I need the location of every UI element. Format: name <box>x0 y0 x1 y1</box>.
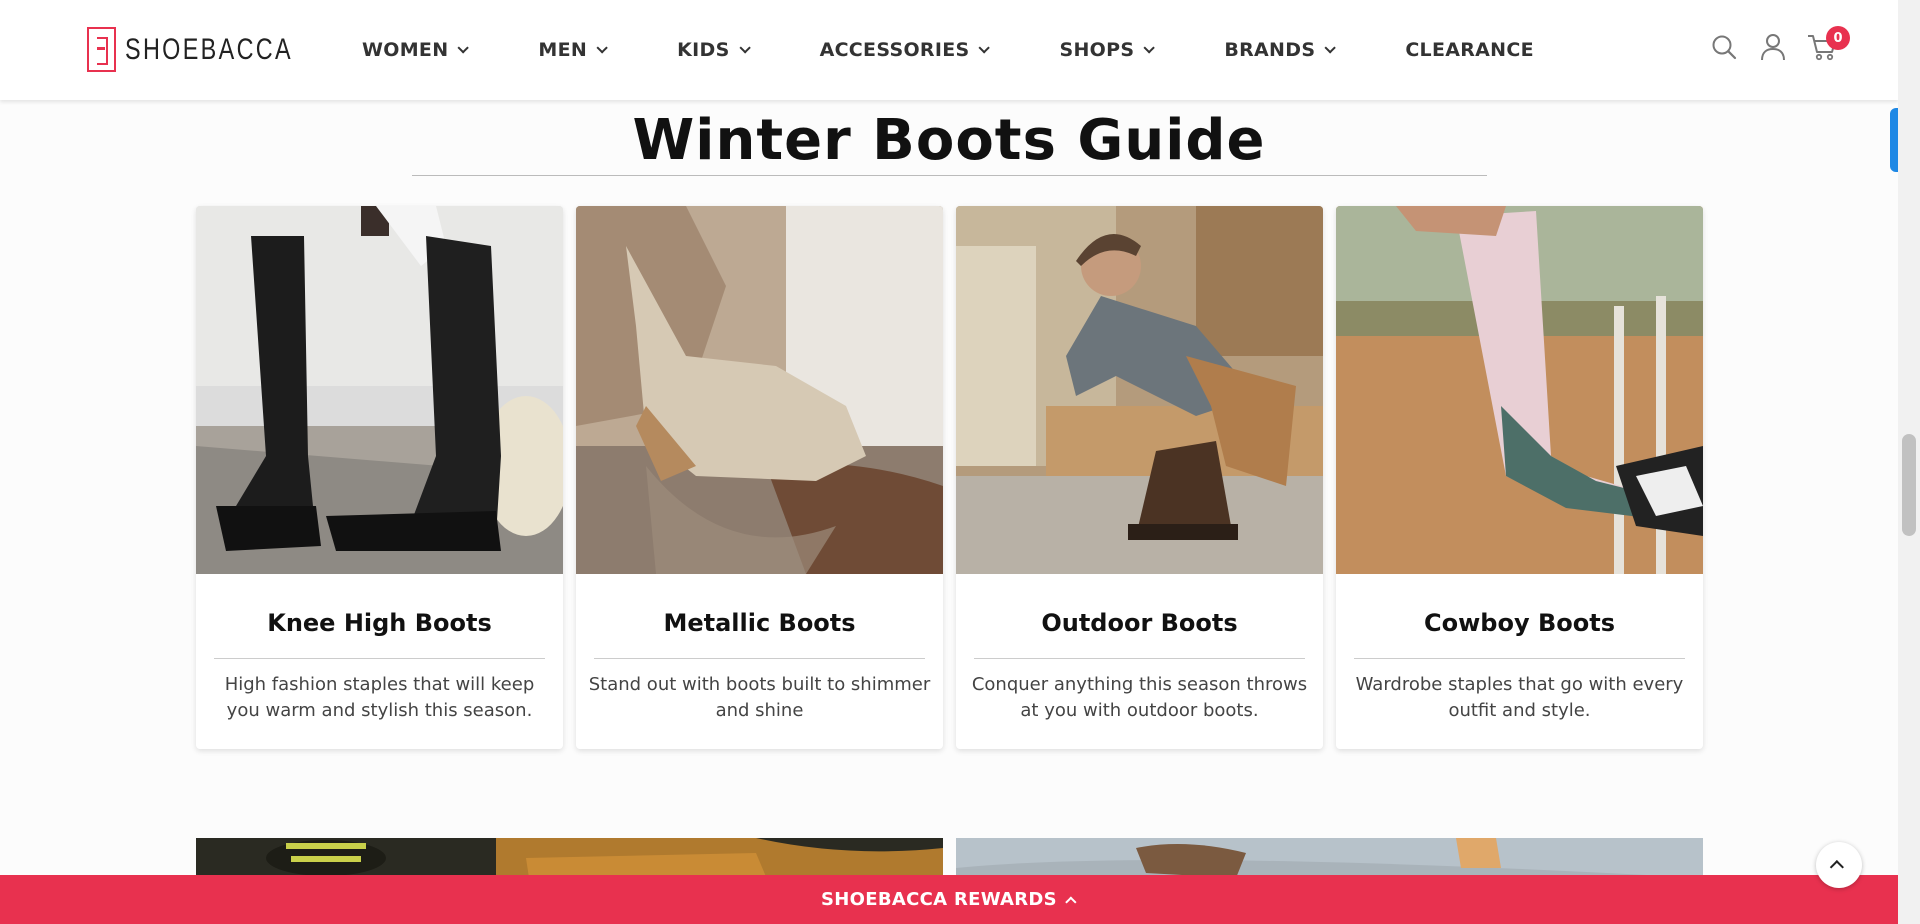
header-icons <box>1709 32 1837 62</box>
logo-mark-icon <box>87 27 116 72</box>
card-title: Cowboy Boots <box>1424 609 1615 637</box>
title-divider <box>412 175 1487 176</box>
chevron-down-icon <box>1324 42 1337 54</box>
card-divider <box>1354 658 1685 659</box>
nav-item-clearance[interactable]: CLEARANCE <box>1405 39 1534 61</box>
nav-label: MEN <box>538 39 588 61</box>
card-outdoor-boots[interactable]: Outdoor Boots Conquer anything this seas… <box>956 206 1323 749</box>
page-scrollbar[interactable] <box>1898 0 1920 924</box>
nav-item-shops[interactable]: SHOPS <box>1059 39 1156 61</box>
nav-label: BRANDS <box>1224 39 1316 61</box>
nav-item-men[interactable]: MEN <box>538 39 608 61</box>
nav-item-women[interactable]: WOMEN <box>362 39 470 61</box>
nav-item-kids[interactable]: KIDS <box>677 39 751 61</box>
card-description: Stand out with boots built to shimmer an… <box>588 674 931 721</box>
chevron-down-icon <box>596 42 608 54</box>
nav-label: WOMEN <box>362 39 449 61</box>
card-divider <box>214 658 545 659</box>
rewards-label: SHOEBACCA REWARDS <box>821 889 1057 910</box>
card-knee-high-boots[interactable]: Knee High Boots High fashion staples tha… <box>196 206 563 749</box>
nav-label: CLEARANCE <box>1405 39 1534 61</box>
card-cowboy-boots[interactable]: Cowboy Boots Wardrobe staples that go wi… <box>1336 206 1703 749</box>
card-divider <box>974 658 1305 659</box>
chevron-up-icon <box>1829 860 1844 875</box>
shoebacca-logo[interactable]: SHOEBACCA <box>87 27 340 72</box>
nav-item-brands[interactable]: BRANDS <box>1224 39 1337 61</box>
nav-item-accessories[interactable]: ACCESSORIES <box>819 39 991 61</box>
page-title: Winter Boots Guide <box>632 108 1266 173</box>
knee-high-boots-image <box>196 206 563 574</box>
site-header: SHOEBACCA WOMEN MEN KIDS ACCESSORIES SHO… <box>0 0 1898 100</box>
chevron-down-icon <box>457 42 470 54</box>
logo-text: SHOEBACCA <box>125 32 294 66</box>
nav-label: ACCESSORIES <box>819 39 970 61</box>
rewards-bar[interactable]: SHOEBACCA REWARDS <box>0 875 1898 924</box>
card-metallic-boots[interactable]: Metallic Boots Stand out with boots buil… <box>576 206 943 749</box>
card-divider <box>594 658 925 659</box>
outdoor-boots-image <box>956 206 1323 574</box>
chevron-down-icon <box>978 42 991 54</box>
card-title: Metallic Boots <box>663 609 856 637</box>
chevron-down-icon <box>1143 42 1156 54</box>
card-description: High fashion staples that will keep you … <box>224 674 535 721</box>
card-title: Knee High Boots <box>267 609 492 637</box>
scrollbar-thumb[interactable] <box>1902 434 1916 536</box>
card-description: Conquer anything this season throws at y… <box>971 674 1308 721</box>
card-description: Wardrobe staples that go with every outf… <box>1355 674 1684 721</box>
side-feedback-tab[interactable] <box>1890 108 1898 172</box>
metallic-boots-image <box>576 206 943 574</box>
card-title: Outdoor Boots <box>1041 609 1238 637</box>
cowboy-boots-image <box>1336 206 1703 574</box>
main-nav: WOMEN MEN KIDS ACCESSORIES SHOPS BRANDS … <box>362 0 1534 100</box>
chevron-down-icon <box>739 42 751 54</box>
cart-count-badge: 0 <box>1826 26 1850 50</box>
scroll-to-top-button[interactable] <box>1816 842 1862 888</box>
chevron-up-icon <box>1065 895 1077 908</box>
nav-label: KIDS <box>677 39 730 61</box>
nav-label: SHOPS <box>1059 39 1135 61</box>
search-icon[interactable] <box>1709 32 1739 62</box>
user-icon[interactable] <box>1758 32 1788 62</box>
